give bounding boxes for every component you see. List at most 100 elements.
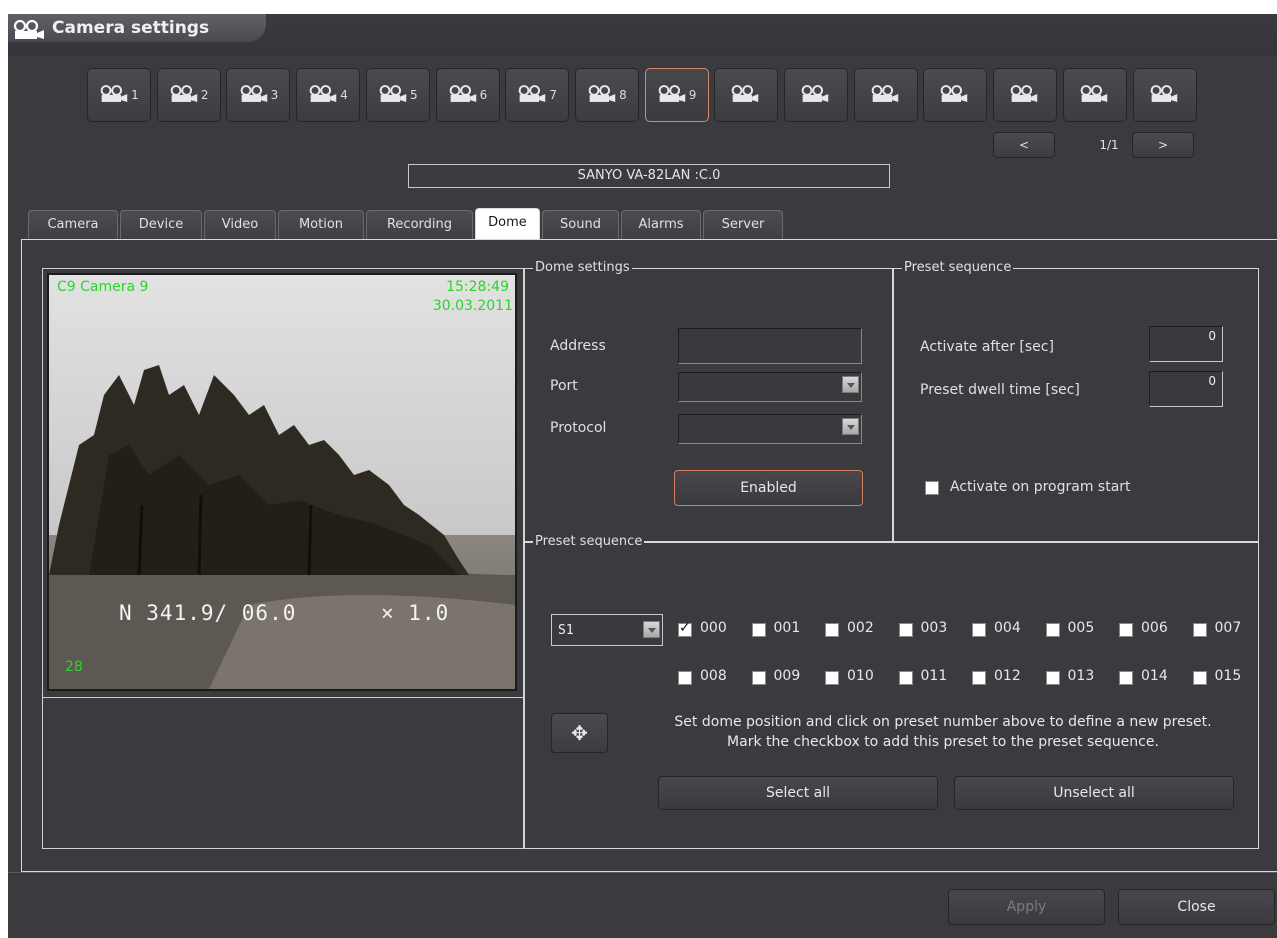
- camera-button-6[interactable]: 6: [435, 68, 500, 122]
- chevron-down-icon[interactable]: [842, 418, 859, 435]
- preset-number-003[interactable]: 003: [921, 620, 948, 636]
- preset-number-014[interactable]: 014: [1141, 668, 1168, 684]
- preset-checkbox-004[interactable]: [972, 623, 986, 637]
- preset-checkbox-006[interactable]: [1119, 623, 1133, 637]
- preset-checkbox-014[interactable]: [1119, 671, 1133, 685]
- preset-number-013[interactable]: 013: [1068, 668, 1095, 684]
- camera-button-13[interactable]: [923, 68, 988, 122]
- next-page-button[interactable]: >: [1132, 132, 1194, 158]
- activate-after-label: Activate after [sec]: [920, 339, 1054, 355]
- preset-number-009[interactable]: 009: [774, 668, 801, 684]
- tab-device[interactable]: Device: [120, 210, 202, 239]
- preset-checkbox-012[interactable]: [972, 671, 986, 685]
- camera-icon: [239, 84, 269, 106]
- camera-button-1[interactable]: 1: [87, 68, 151, 122]
- preset-number-012[interactable]: 012: [994, 668, 1021, 684]
- preset-number-008[interactable]: 008: [700, 668, 727, 684]
- osd-camera-label: C9 Camera 9: [57, 279, 149, 295]
- preset-sequence-legend: Preset sequence: [533, 534, 645, 549]
- tab-motion[interactable]: Motion: [278, 210, 364, 239]
- activate-after-input[interactable]: 0: [1149, 326, 1223, 362]
- camera-number: 6: [479, 88, 488, 102]
- camera-number: 2: [200, 88, 209, 102]
- preset-checkbox-015[interactable]: [1192, 671, 1207, 685]
- preset-checkbox-001[interactable]: [751, 623, 766, 637]
- camera-button-14[interactable]: [993, 68, 1058, 122]
- preset-number-004[interactable]: 004: [994, 620, 1021, 636]
- unselect-all-button[interactable]: Unselect all: [954, 776, 1234, 810]
- camera-number: 4: [340, 88, 348, 102]
- camera-button-2[interactable]: 2: [156, 68, 221, 122]
- preset-number-015[interactable]: 015: [1215, 668, 1242, 684]
- address-label: Address: [550, 338, 606, 354]
- camera-number: 7: [549, 88, 557, 102]
- move-dome-button[interactable]: ✥: [551, 713, 608, 753]
- camera-video-preview: C9 Camera 9 15:28:49 30.03.2011 N 341.9/…: [47, 273, 517, 691]
- camera-icon: [870, 84, 900, 106]
- preset-checkbox-010[interactable]: [825, 671, 839, 685]
- dwell-time-input[interactable]: 0: [1149, 371, 1223, 407]
- sequence-select[interactable]: S1: [551, 614, 663, 646]
- camera-button-12[interactable]: [853, 68, 918, 122]
- preset-number-002[interactable]: 002: [847, 620, 874, 636]
- preset-number-005[interactable]: 005: [1068, 620, 1095, 636]
- camera-icon: [1149, 84, 1179, 106]
- camera-button-16[interactable]: [1132, 68, 1197, 122]
- address-input[interactable]: [678, 328, 862, 364]
- close-button[interactable]: Close: [1118, 889, 1275, 925]
- tab-alarms[interactable]: Alarms: [621, 210, 701, 239]
- preset-checkbox-011[interactable]: [898, 671, 913, 685]
- preset-number-011[interactable]: 011: [921, 668, 948, 684]
- tab-recording[interactable]: Recording: [366, 210, 473, 239]
- preset-checkbox-007[interactable]: [1192, 623, 1207, 637]
- enabled-button[interactable]: Enabled: [674, 470, 863, 506]
- preset-timing-legend: Preset sequence: [902, 260, 1014, 275]
- tab-camera[interactable]: Camera: [28, 210, 118, 239]
- chevron-down-icon[interactable]: [643, 621, 660, 638]
- camera-button-3[interactable]: 3: [226, 68, 291, 122]
- preset-checkbox-008[interactable]: [678, 671, 692, 685]
- preset-checkbox-003[interactable]: [898, 623, 913, 637]
- preset-info-text: Set dome position and click on preset nu…: [628, 712, 1258, 752]
- port-label: Port: [550, 378, 578, 394]
- camera-icon: [12, 19, 46, 44]
- select-all-button[interactable]: Select all: [658, 776, 938, 810]
- tab-server[interactable]: Server: [703, 210, 783, 239]
- preset-number-010[interactable]: 010: [847, 668, 874, 684]
- camera-icon: [1009, 84, 1039, 106]
- activate-on-start-checkbox[interactable]: [925, 481, 939, 495]
- camera-button-4[interactable]: 4: [296, 68, 361, 122]
- camera-button-5[interactable]: 5: [365, 68, 430, 122]
- preset-number-007[interactable]: 007: [1215, 620, 1242, 636]
- preset-checkbox-000[interactable]: [678, 620, 692, 637]
- prev-page-button[interactable]: <: [993, 132, 1055, 158]
- camera-icon: [448, 84, 478, 106]
- tab-video[interactable]: Video: [204, 210, 276, 239]
- window-title: Camera settings: [52, 18, 210, 38]
- camera-button-9[interactable]: 9: [644, 68, 709, 122]
- preview-divider: [42, 697, 524, 698]
- preset-checkbox-005[interactable]: [1045, 623, 1060, 637]
- osd-zoom: × 1.0: [381, 601, 450, 625]
- preset-checkbox-002[interactable]: [825, 623, 839, 637]
- chevron-down-icon[interactable]: [842, 376, 859, 393]
- camera-button-8[interactable]: 8: [574, 68, 639, 122]
- sequence-select-value: S1: [558, 623, 574, 638]
- camera-settings-window: Camera settings 1 2 3 4 5 6 7 8 9 < 1/1 > SANYO …: [8, 14, 1277, 938]
- preset-checkbox-009[interactable]: [751, 671, 766, 685]
- camera-button-11[interactable]: [784, 68, 848, 122]
- camera-button-7[interactable]: 7: [505, 68, 570, 122]
- camera-icon: [939, 84, 969, 106]
- camera-button-15[interactable]: [1062, 68, 1127, 122]
- tab-dome[interactable]: Dome: [475, 208, 540, 239]
- apply-button[interactable]: Apply: [948, 889, 1105, 925]
- preset-number-000[interactable]: 000: [700, 620, 727, 636]
- camera-button-10[interactable]: [714, 68, 779, 122]
- port-select[interactable]: [678, 372, 862, 402]
- tab-sound[interactable]: Sound: [542, 210, 619, 239]
- preset-checkbox-013[interactable]: [1045, 671, 1060, 685]
- preset-number-006[interactable]: 006: [1141, 620, 1168, 636]
- preset-number-001[interactable]: 001: [774, 620, 801, 636]
- title-tab: Camera settings: [8, 14, 266, 42]
- protocol-select[interactable]: [678, 414, 862, 444]
